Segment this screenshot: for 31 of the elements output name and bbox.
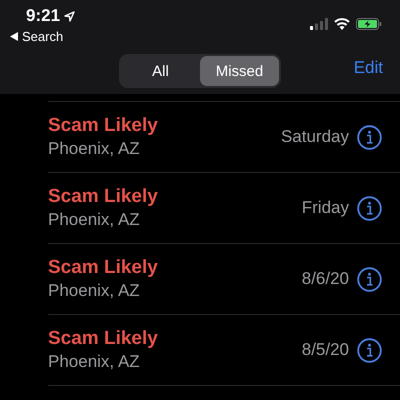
signal-icon xyxy=(310,18,328,30)
back-link[interactable]: Search xyxy=(10,29,76,44)
caller-location: Phoenix, AZ xyxy=(48,281,141,301)
location-arrow-icon xyxy=(64,10,76,22)
back-triangle-icon xyxy=(10,32,18,41)
status-time: 9:21 xyxy=(26,6,60,26)
battery-charging-icon xyxy=(356,18,382,30)
call-row[interactable]: Scam Likely Phoenix, AZ 8/6/20 xyxy=(48,243,400,314)
caller-name: Scam Likely xyxy=(48,115,159,137)
call-date: 8/5/20 xyxy=(302,340,349,360)
wifi-icon xyxy=(334,18,350,30)
segment-tab[interactable]: Missed xyxy=(200,56,279,86)
info-icon[interactable] xyxy=(357,338,382,362)
back-label: Search xyxy=(22,29,64,44)
caller-name: Scam Likely xyxy=(48,186,159,208)
caller-name: Scam Likely xyxy=(48,328,159,350)
call-row[interactable]: Scam Likely Phoenix, AZ Friday xyxy=(48,172,400,243)
info-icon[interactable] xyxy=(357,266,382,292)
call-date: Friday xyxy=(302,198,349,218)
segment-tab[interactable]: All xyxy=(121,56,200,86)
info-icon[interactable] xyxy=(357,196,382,220)
call-date: 8/6/20 xyxy=(302,269,349,289)
caller-location: Phoenix, AZ xyxy=(48,210,141,230)
call-row[interactable]: Scam Likely Phoenix, AZ 8/5/20 xyxy=(48,314,400,386)
caller-location: Phoenix, AZ xyxy=(48,139,141,159)
call-date: Saturday xyxy=(280,127,349,147)
info-icon[interactable] xyxy=(357,124,382,150)
edit-button[interactable]: Edit xyxy=(354,58,383,78)
call-row[interactable]: Scam Likely Phoenix, AZ Saturday xyxy=(48,101,400,172)
caller-name: Scam Likely xyxy=(48,257,159,279)
caller-location: Phoenix, AZ xyxy=(48,352,141,372)
